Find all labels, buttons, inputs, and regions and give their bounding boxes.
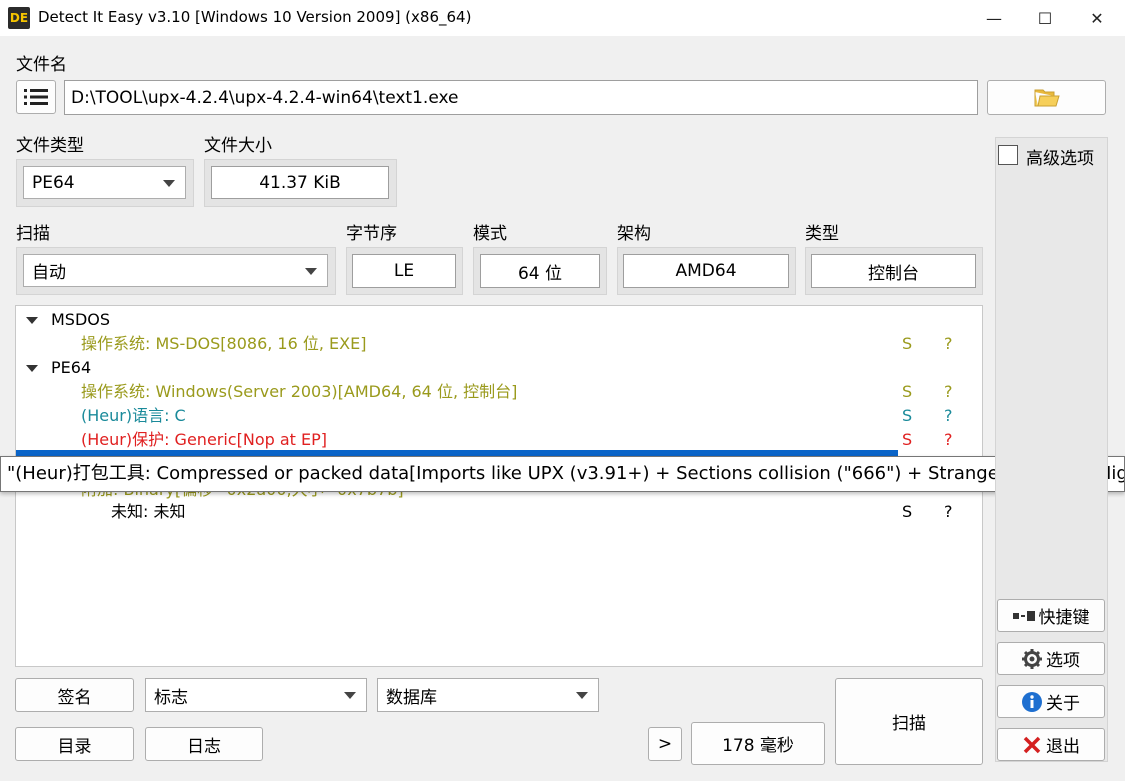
signature-button[interactable]: 签名 [15,678,134,712]
tree-group-pe64[interactable]: PE64 [16,356,982,380]
chevron-down-icon [163,179,175,187]
file-size-value: 41.37 KiB [211,166,389,199]
close-icon [1023,736,1041,753]
expand-triangle-icon[interactable] [26,317,38,324]
close-button[interactable]: ✕ [1068,0,1125,36]
file-type-select[interactable]: PE64 [23,166,186,199]
shortcuts-button[interactable]: 快捷键 [997,599,1105,632]
advanced-label[interactable]: 高级选项 [1026,144,1094,169]
exit-label: 退出 [1046,737,1080,757]
shortcuts-label: 快捷键 [1038,608,1090,628]
gear-icon [1022,648,1042,669]
mode-value: 64 位 [480,254,600,288]
directory-button[interactable]: 目录 [15,727,134,761]
log-button[interactable]: 日志 [145,727,263,761]
flags-select[interactable]: 标志 [145,678,367,712]
signature-flag[interactable]: S [902,332,912,356]
chevron-down-icon [576,692,588,699]
maximize-button[interactable]: ☐ [1016,0,1074,36]
database-select[interactable]: 数据库 [377,678,599,712]
info-flag[interactable]: ? [944,404,953,428]
about-label: 关于 [1046,694,1080,714]
signature-flag[interactable]: S [902,428,912,452]
open-file-button[interactable] [987,80,1106,115]
tree-row-text: 操作系统: MS-DOS[8086, 16 位, EXE] [81,334,367,353]
tree-row[interactable]: 操作系统: MS-DOS[8086, 16 位, EXE] S ? [16,332,982,356]
chevron-down-icon [305,267,317,275]
file-type-label: 文件类型 [16,136,84,156]
app-icon: DE [8,7,30,29]
tree-row[interactable]: (Heur)保护: Generic[Nop at EP] S ? [16,428,982,452]
tooltip: "(Heur)打包工具: Compressed or packed data[I… [0,456,1125,492]
info-flag[interactable]: ? [944,380,953,404]
tree-row-text: (Heur)语言: C [81,406,186,425]
scan-label: 扫描 [16,224,50,244]
chevron-down-icon [344,692,356,699]
expand-triangle-icon[interactable] [26,365,38,372]
file-type-value: PE64 [32,172,75,193]
scan-mode-select[interactable]: 自动 [23,254,328,287]
flags-value: 标志 [154,687,188,708]
options-button[interactable]: 选项 [997,642,1105,675]
info-flag[interactable]: ? [944,332,953,356]
signature-flag[interactable]: S [902,500,912,524]
tree-row-text: (Heur)保护: Generic[Nop at EP] [81,430,328,449]
arch-label: 架构 [617,224,651,244]
options-label: 选项 [1046,651,1080,671]
type-value: 控制台 [811,254,976,288]
signature-flag[interactable]: S [902,404,912,428]
scan-mode-value: 自动 [32,263,66,283]
scan-time-display: 178 毫秒 [691,722,825,765]
file-name-label: 文件名 [16,55,67,75]
list-icon [24,89,48,105]
file-path-input[interactable]: D:\TOOL\upx-4.2.4\upx-4.2.4-win64\text1.… [64,80,978,115]
info-flag[interactable]: ? [944,500,953,524]
tree-group-label: PE64 [51,358,92,377]
tree-row[interactable]: 操作系统: Windows(Server 2003)[AMD64, 64 位, … [16,380,982,404]
endianness-value: LE [352,254,456,288]
info-flag[interactable]: ? [944,428,953,452]
tree-row-text: 未知: 未知 [111,502,186,521]
signature-flag[interactable]: S [902,380,912,404]
info-icon [1022,691,1042,712]
advanced-checkbox[interactable] [998,145,1018,165]
scan-button[interactable]: 扫描 [835,678,983,765]
keyboard-icon [1012,610,1035,621]
folder-icon [1034,89,1060,106]
file-size-label: 文件大小 [204,136,272,156]
endianness-label: 字节序 [346,224,397,244]
next-button[interactable]: > [648,727,682,761]
type-label: 类型 [805,224,839,244]
about-button[interactable]: 关于 [997,685,1105,718]
arch-value: AMD64 [623,254,789,288]
tree-group-msdos[interactable]: MSDOS [16,308,982,332]
tree-row-text: 操作系统: Windows(Server 2003)[AMD64, 64 位, … [81,382,518,401]
tree-row[interactable]: (Heur)语言: C S ? [16,404,982,428]
database-value: 数据库 [386,687,437,708]
minimize-button[interactable]: — [965,0,1023,36]
window-title: Detect It Easy v3.10 [Windows 10 Version… [38,8,472,26]
tree-group-label: MSDOS [51,310,111,329]
tree-row[interactable]: 未知: 未知 S ? [16,500,982,524]
exit-button[interactable]: 退出 [997,728,1105,761]
title-bar: DE Detect It Easy v3.10 [Windows 10 Vers… [0,0,1125,36]
mode-label: 模式 [473,224,507,244]
file-menu-button[interactable] [16,80,56,114]
